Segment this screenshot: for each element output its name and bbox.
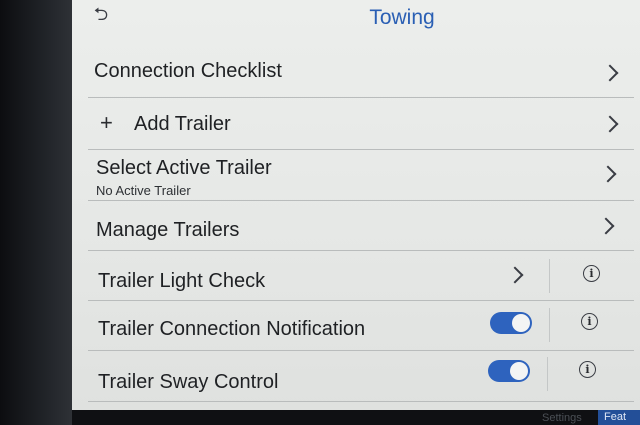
chevron-right-icon [601, 115, 619, 133]
chevron-right-icon [597, 217, 615, 235]
info-icon[interactable]: i [581, 313, 598, 330]
row-label: Manage Trailers [96, 219, 240, 241]
row-connection-checklist[interactable]: Connection Checklist [88, 48, 634, 98]
screen-bezel [0, 0, 72, 425]
toggle-switch[interactable] [490, 312, 532, 334]
divider [549, 259, 550, 293]
plus-icon: + [100, 110, 113, 135]
row-add-trailer[interactable]: + Add Trailer [88, 98, 634, 150]
row-manage-trailers[interactable]: Manage Trailers [88, 201, 634, 251]
divider [547, 357, 548, 391]
toggle-switch[interactable] [488, 360, 530, 382]
toggle-knob [510, 362, 528, 380]
row-select-active-trailer[interactable]: Select Active Trailer No Active Trailer [88, 150, 634, 201]
bottom-tab-bar: Settings Feat [72, 410, 640, 425]
row-label: Trailer Light Check [98, 270, 266, 292]
info-icon[interactable]: i [579, 361, 596, 378]
row-trailer-sway-control[interactable]: Trailer Sway Control i [88, 351, 634, 402]
row-sublabel: No Active Trailer [96, 183, 191, 198]
divider [549, 308, 550, 342]
row-label: Connection Checklist [94, 60, 282, 82]
row-label: Add Trailer [134, 113, 231, 135]
row-trailer-connection-notification[interactable]: Trailer Connection Notification i [88, 301, 634, 351]
chevron-right-icon [601, 64, 619, 82]
page-title: Towing [369, 6, 435, 29]
chevron-right-icon [506, 266, 524, 284]
row-label: Trailer Connection Notification [98, 318, 366, 340]
chevron-right-icon [599, 165, 617, 183]
row-trailer-light-check[interactable]: Trailer Light Check i [88, 251, 634, 301]
row-label: Trailer Sway Control [98, 371, 279, 393]
tab-settings[interactable]: Settings [542, 412, 582, 424]
row-label: Select Active Trailer [96, 157, 272, 179]
toggle-knob [512, 314, 530, 332]
tab-features[interactable]: Feat [598, 410, 640, 425]
towing-settings-screen: ⮌ Towing Connection Checklist + Add Trai… [72, 0, 640, 410]
info-icon[interactable]: i [583, 265, 600, 282]
